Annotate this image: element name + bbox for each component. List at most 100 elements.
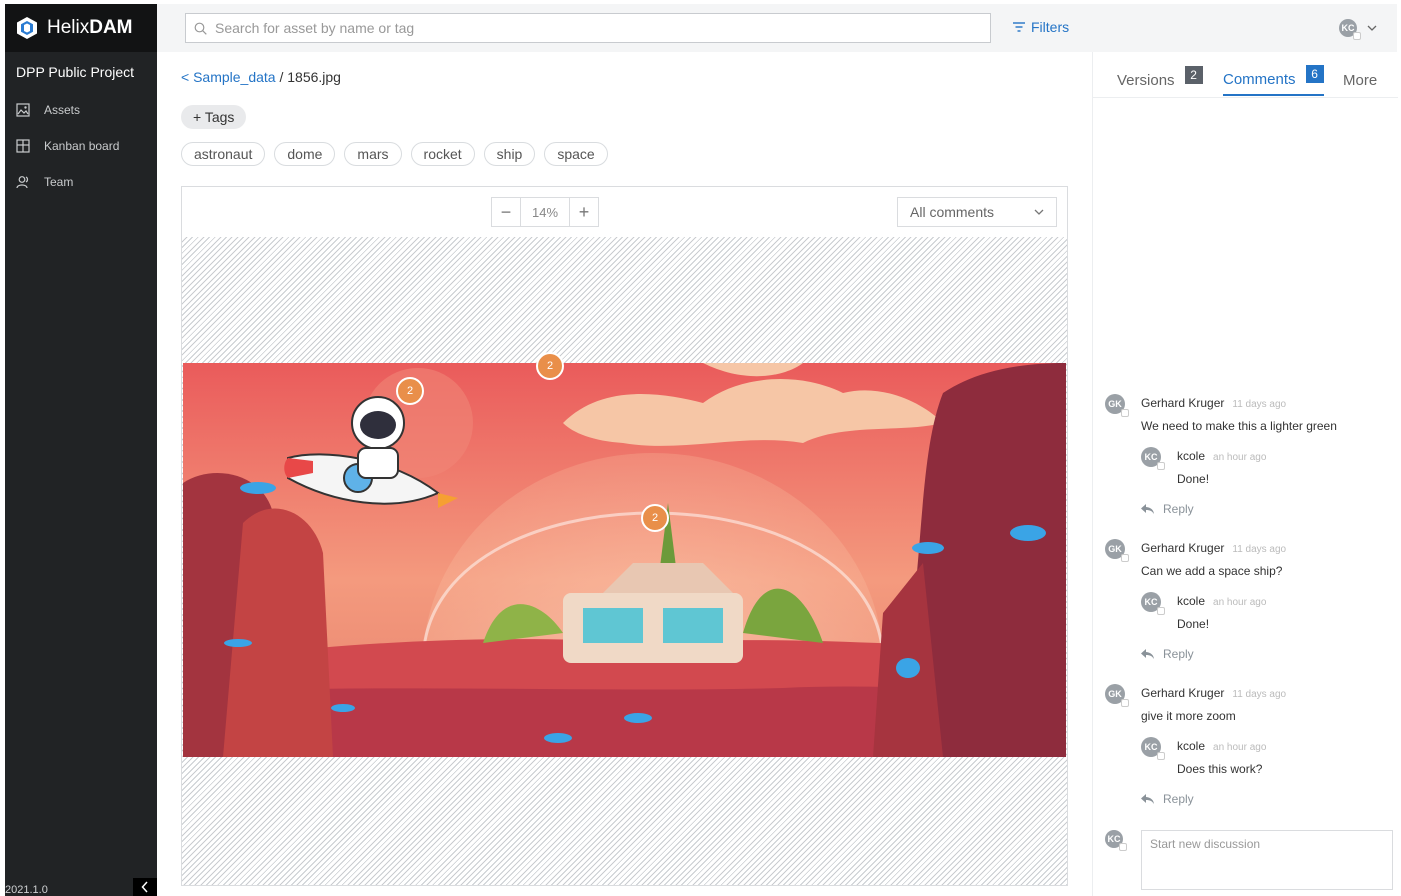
reply-author-avatar: KC <box>1141 447 1165 470</box>
comment-reply: KC kcole an hour ago Done! <box>1105 447 1390 486</box>
avatar-initials: KC <box>1144 742 1158 752</box>
breadcrumb-current: 1856.jpg <box>287 69 341 85</box>
search-box[interactable] <box>185 13 991 43</box>
reply-button[interactable]: Reply <box>1141 792 1390 806</box>
sidebar-item-label: Kanban board <box>44 139 120 153</box>
chevron-down-icon <box>1034 209 1044 215</box>
asset-image[interactable] <box>183 363 1066 757</box>
comment-text: give it more zoom <box>1141 709 1236 723</box>
tag-chip[interactable]: rocket <box>410 142 475 166</box>
image-canvas[interactable]: 2 2 2 <box>182 237 1067 885</box>
avatar-initials: GK <box>1108 399 1122 409</box>
comment-pin[interactable]: 2 <box>641 504 669 532</box>
comment-author: Gerhard Kruger <box>1141 396 1225 410</box>
comment: GK Gerhard Kruger 11 days ago give it mor… <box>1105 684 1390 723</box>
comment-author-avatar: GK <box>1105 539 1129 562</box>
reply-button[interactable]: Reply <box>1141 647 1390 661</box>
comment-time: 11 days ago <box>1232 544 1287 555</box>
tag-chip[interactable]: ship <box>483 142 536 166</box>
chevron-down-icon <box>1367 25 1377 31</box>
tab-versions[interactable]: Versions 2 <box>1117 64 1203 96</box>
reply-label: Reply <box>1163 647 1194 661</box>
comment-thread: GK Gerhard Kruger 11 days ago Can we add … <box>1105 539 1390 661</box>
reply-author-avatar: KC <box>1141 592 1165 615</box>
reply-author: kcole <box>1177 739 1206 753</box>
app-version: 2021.1.0 <box>5 884 48 896</box>
versions-count-badge: 2 <box>1184 66 1203 84</box>
reply-text: Done! <box>1177 617 1210 631</box>
reply-label: Reply <box>1163 792 1194 806</box>
filter-icon <box>1013 22 1025 32</box>
comment: GK Gerhard Kruger 11 days ago Can we add … <box>1105 539 1390 578</box>
breadcrumb-separator: / <box>275 69 288 85</box>
comment-pin[interactable]: 2 <box>536 352 564 380</box>
brand[interactable]: HelixDAM <box>5 4 157 52</box>
comment-reply: KC kcole an hour ago Does this work? <box>1105 737 1390 776</box>
tab-label: Versions <box>1117 71 1175 89</box>
reply-text: Does this work? <box>1177 762 1263 776</box>
details-panel: Versions 2 Comments 6 More GK Gerhard Kr… <box>1092 52 1398 896</box>
sidebar-item-kanban-board[interactable]: Kanban board <box>5 128 157 164</box>
reply-icon <box>1141 649 1154 659</box>
tag-chip[interactable]: mars <box>344 142 402 166</box>
tag-chip[interactable]: space <box>544 142 608 166</box>
asset-detail: < Sample_data / 1856.jpg + Tags astronau… <box>157 52 1092 896</box>
reply-author: kcole <box>1177 594 1206 608</box>
reply-text: Done! <box>1177 472 1210 486</box>
tag-chip[interactable]: dome <box>274 142 336 166</box>
comment-author: Gerhard Kruger <box>1141 686 1225 700</box>
tag-list: astronaut dome mars rocket ship space <box>181 142 608 166</box>
reply-author-avatar: KC <box>1141 737 1165 760</box>
avatar-badge <box>1119 843 1127 851</box>
new-discussion-input[interactable] <box>1141 830 1393 890</box>
tab-label: More <box>1343 71 1378 89</box>
user-menu[interactable]: KC <box>1339 19 1377 40</box>
reply-author: kcole <box>1177 449 1206 463</box>
comment: GK Gerhard Kruger 11 days ago We need to … <box>1105 394 1390 433</box>
avatar-badge <box>1121 554 1129 562</box>
avatar-initials: KC <box>1144 452 1158 462</box>
viewer-toolbar: − 14% + All comments <box>182 187 1067 237</box>
reply-button[interactable]: Reply <box>1141 502 1390 516</box>
sidebar-item-team[interactable]: Team <box>5 164 157 200</box>
project-name[interactable]: DPP Public Project <box>5 52 157 92</box>
zoom-out-button[interactable]: − <box>492 198 520 226</box>
collapse-sidebar-button[interactable] <box>133 878 157 896</box>
comment-reply: KC kcole an hour ago Done! <box>1105 592 1390 631</box>
comment-time: 11 days ago <box>1232 399 1287 410</box>
comment-filter-select[interactable]: All comments <box>897 197 1057 227</box>
filters-label: Filters <box>1031 19 1070 35</box>
comment-author-avatar: GK <box>1105 684 1129 707</box>
zoom-control: − 14% + <box>491 197 599 227</box>
user-initials: KC <box>1341 23 1355 33</box>
filters-button[interactable]: Filters <box>1013 19 1069 35</box>
breadcrumb: < Sample_data / 1856.jpg <box>181 69 341 85</box>
reply-icon <box>1141 504 1154 514</box>
reply-time: an hour ago <box>1213 742 1267 753</box>
comment-time: 11 days ago <box>1232 689 1287 700</box>
avatar-badge <box>1157 752 1165 760</box>
reply-time: an hour ago <box>1213 452 1267 463</box>
user-avatar: KC <box>1339 19 1361 40</box>
comment-thread: GK Gerhard Kruger 11 days ago give it mor… <box>1105 684 1390 806</box>
avatar-initials: GK <box>1108 689 1122 699</box>
add-tags-button[interactable]: + Tags <box>181 105 247 129</box>
breadcrumb-parent-link[interactable]: < Sample_data <box>181 69 276 85</box>
current-user-avatar: KC <box>1105 830 1127 851</box>
avatar-badge <box>1353 32 1361 40</box>
comment-text: We need to make this a lighter green <box>1141 419 1337 433</box>
tab-comments[interactable]: Comments 6 <box>1223 64 1324 96</box>
zoom-in-button[interactable]: + <box>570 198 598 226</box>
tag-chip[interactable]: astronaut <box>181 142 266 166</box>
avatar-initials: KC <box>1144 597 1158 607</box>
avatar-badge <box>1121 409 1129 417</box>
team-icon <box>16 176 29 189</box>
sidebar-item-assets[interactable]: Assets <box>5 92 157 128</box>
tab-label: Comments <box>1223 70 1296 88</box>
board-icon <box>16 139 30 153</box>
avatar-initials: KC <box>1107 834 1121 844</box>
tab-more[interactable]: More <box>1343 64 1377 96</box>
comment-pin[interactable]: 2 <box>396 377 424 405</box>
app-root: HelixDAM DPP Public Project Assets Kanba… <box>0 0 1401 896</box>
search-input[interactable] <box>215 20 975 36</box>
